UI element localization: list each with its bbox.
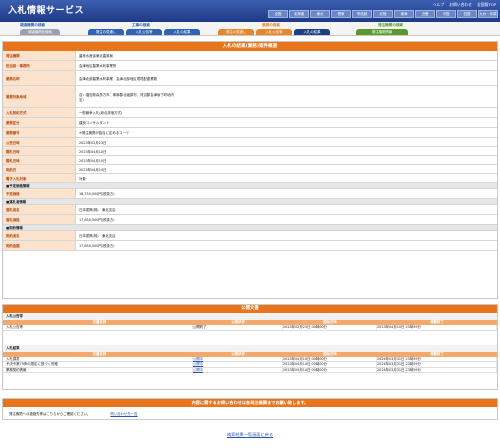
region-tab[interactable]: 全国 xyxy=(268,10,288,18)
contact-notice: 内容に関するお問い合わせは各発注機関までお願い致します。 発注機関への連絡先等は… xyxy=(2,398,498,420)
tab-construction-results[interactable]: 入札の結果 xyxy=(164,29,200,35)
tab-service-forecast[interactable]: 発注の見通し xyxy=(218,29,254,35)
tab-service-results[interactable]: 入札の結果 xyxy=(294,29,330,35)
detail-row: 契約者名 日本振興(株) 東北支店 xyxy=(3,231,497,241)
region-tab[interactable]: 近畿 xyxy=(415,10,435,18)
nav-group-org: 発注機関の検索 xyxy=(378,23,404,27)
app-title: 入札情報サービス xyxy=(8,6,85,16)
notice-title: 内容に関するお問い合わせは各発注機関までお願い致します。 xyxy=(3,399,497,407)
tab-construction-forecast[interactable]: 発注の見通し xyxy=(88,29,124,35)
section-bid-results: 入札結果 xyxy=(3,344,497,352)
detail-row: 業務対象地域 自）福島県喜多方市、耶麻郡北塩原村、河沼郡会津坂下町地内 至） xyxy=(3,86,497,108)
bid-result-detail: 入札の結果(業務)案件概要 発注機関 農林水産省東北農政局 担当部・事務所 会津地区… xyxy=(2,41,498,299)
region-tab[interactable]: 東北 xyxy=(310,10,330,18)
detail-row: 発注機関 農林水産省東北農政局 xyxy=(3,51,497,61)
tab-service-notices[interactable]: 入札公告等 xyxy=(256,29,292,35)
region-tab[interactable]: 北海道 xyxy=(289,10,309,18)
app-header: 入札情報サービス ヘルプ お問い合わせ 全国版TOP 全国 北海道 東北 関東 … xyxy=(0,0,500,22)
detail-row: 落札者名 日本振興(株) 東北支店 xyxy=(3,205,497,215)
notice-body: 発注機関への連絡先等はこちらからご確認ください。 問い合わせ先一覧 xyxy=(3,407,497,420)
region-tab[interactable]: 東海 xyxy=(394,10,414,18)
contact-list-link[interactable]: 問い合わせ先一覧 xyxy=(110,411,137,416)
tab-org-info[interactable]: 発注機関情報 xyxy=(356,29,408,35)
table-row: 入札公告等 公開終了 2023年02月23日 00時00分 2023年04月10… xyxy=(3,325,497,331)
region-tab[interactable]: 中国 xyxy=(436,10,456,18)
detail-row: 予定価格 18,750,000円(税抜き) xyxy=(3,189,497,199)
back-link-wrap: 検索結果一覧画面に戻る xyxy=(0,432,500,438)
detail-row: 担当部・事務所 会津地区農業水利事業所 xyxy=(3,61,497,71)
detail-row: 契約金額 17,650,000円(税抜き) xyxy=(3,241,497,251)
detail-row: 落札価格 17,650,000円(税抜き) xyxy=(3,215,497,225)
help-link[interactable]: ヘルプ xyxy=(433,2,444,8)
detail-row: 公告日時 2023年02月23日 xyxy=(3,138,497,147)
region-tab[interactable]: 関東 xyxy=(331,10,351,18)
detail-row: 入札契約方式 一般競争入札(総合評価方式) xyxy=(3,108,497,118)
detail-row: 開札日時 2023年04月10日 xyxy=(3,156,497,165)
region-tab[interactable]: 甲信越 xyxy=(352,10,372,18)
detail-title: 入札の結果(業務)案件概要 xyxy=(3,42,497,51)
nav-group-construction: 工事の検索 xyxy=(132,23,150,27)
status-link[interactable]: 公開中 xyxy=(193,362,283,367)
section-bid-notices: 入札公告等 xyxy=(3,313,497,320)
region-tab[interactable]: 北陸 xyxy=(373,10,393,18)
nav-group-service: 業務の検索 xyxy=(262,23,280,27)
detail-row: 電子入札対象 対象 xyxy=(3,174,497,183)
detail-row: 業務区分 建設コンサルタント xyxy=(3,118,497,128)
header-links: ヘルプ お問い合わせ 全国版TOP xyxy=(433,2,496,8)
back-to-results-link[interactable]: 検索結果一覧画面に戻る xyxy=(227,432,273,437)
table-row: 業務契約情報 公開中 2023年04月14日 00時00分 2024年03月31… xyxy=(3,367,497,373)
detail-row: 業務番号 ※発注機関が独自に定めるコード xyxy=(3,128,497,138)
detail-row: 業務名称 会津北部農業水利事業 会津北部地区環境配慮業務 xyxy=(3,71,497,86)
public-documents: 公開文書 入札公告等 文書名称 公開状況 開始日時 掲載終了 入札公告等 公開終… xyxy=(2,304,498,390)
public-documents-title: 公開文書 xyxy=(3,305,497,313)
notice-text: 発注機関への連絡先等はこちらからご確認ください。 xyxy=(9,412,91,416)
nav-group-agency: 調達機関の検索 xyxy=(20,23,46,27)
region-tab[interactable]: 九州・沖縄 xyxy=(478,10,498,18)
tab-construction-notices[interactable]: 入札公告等 xyxy=(126,29,162,35)
tab-agency-search[interactable]: 調達機関を検索 xyxy=(20,29,60,35)
national-top-link[interactable]: 全国版TOP xyxy=(477,2,496,8)
detail-row: 契約日 2023年04月14日 xyxy=(3,165,497,174)
region-tab[interactable]: 四国 xyxy=(457,10,477,18)
contact-link[interactable]: お問い合わせ xyxy=(449,2,472,8)
region-tabs: 全国 北海道 東北 関東 甲信越 北陸 東海 近畿 中国 四国 九州・沖縄 xyxy=(268,10,498,18)
status-link[interactable]: 公開中 xyxy=(193,356,283,361)
status-link[interactable]: 公開中 xyxy=(193,367,283,372)
detail-row: 開札日時 2023年04月10日 xyxy=(3,147,497,156)
